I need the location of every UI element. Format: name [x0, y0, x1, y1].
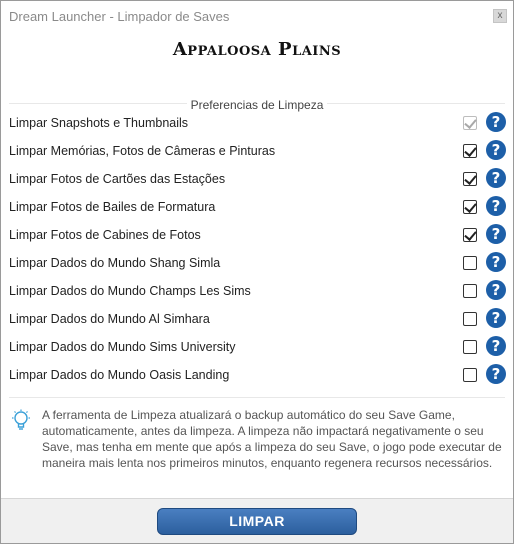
option-checkbox[interactable] [463, 144, 477, 158]
help-icon[interactable]: ? [486, 224, 506, 244]
help-icon[interactable]: ? [486, 308, 506, 328]
option-row[interactable]: Limpar Snapshots e Thumbnails? [9, 109, 506, 137]
close-icon[interactable]: x [493, 9, 507, 23]
option-checkbox[interactable] [463, 340, 477, 354]
cleaner-window: Dream Launcher - Limpador de Saves x App… [0, 0, 514, 544]
clean-button[interactable]: LIMPAR [157, 508, 357, 535]
title-bar[interactable]: Dream Launcher - Limpador de Saves x [1, 1, 513, 33]
option-checkbox[interactable] [463, 284, 477, 298]
option-label: Limpar Fotos de Cartões das Estações [9, 172, 226, 186]
page-title: Appaloosa Plains [172, 39, 342, 60]
option-checkbox[interactable] [463, 368, 477, 382]
help-icon[interactable]: ? [486, 112, 506, 132]
lightbulb-icon [12, 409, 30, 430]
option-row[interactable]: Limpar Dados do Mundo Champs Les Sims? [9, 277, 506, 305]
option-checkbox[interactable] [463, 312, 477, 326]
option-checkbox[interactable] [463, 172, 477, 186]
option-label: Limpar Dados do Mundo Shang Simla [9, 256, 221, 270]
help-icon[interactable]: ? [486, 280, 506, 300]
option-label: Limpar Snapshots e Thumbnails [9, 116, 189, 130]
option-row[interactable]: Limpar Dados do Mundo Oasis Landing? [9, 361, 506, 389]
divider [9, 397, 505, 398]
help-icon[interactable]: ? [486, 140, 506, 160]
option-label: Limpar Dados do Mundo Oasis Landing [9, 368, 230, 382]
option-label: Limpar Fotos de Cabines de Fotos [9, 228, 201, 242]
option-checkbox [463, 116, 477, 130]
info-panel: A ferramenta de Limpeza atualizará o bac… [9, 407, 505, 487]
info-text: A ferramenta de Limpeza atualizará o bac… [42, 408, 502, 470]
option-label: Limpar Fotos de Bailes de Formatura [9, 200, 216, 214]
option-row[interactable]: Limpar Dados do Mundo Shang Simla? [9, 249, 506, 277]
help-icon[interactable]: ? [486, 168, 506, 188]
option-checkbox[interactable] [463, 256, 477, 270]
option-row[interactable]: Limpar Dados do Mundo Al Simhara? [9, 305, 506, 333]
option-row[interactable]: Limpar Memórias, Fotos de Câmeras e Pint… [9, 137, 506, 165]
option-label: Limpar Dados do Mundo Sims University [9, 340, 236, 354]
option-row[interactable]: Limpar Fotos de Bailes de Formatura? [9, 193, 506, 221]
option-row[interactable]: Limpar Fotos de Cabines de Fotos? [9, 221, 506, 249]
option-row[interactable]: Limpar Dados do Mundo Sims University? [9, 333, 506, 361]
help-icon[interactable]: ? [486, 364, 506, 384]
option-checkbox[interactable] [463, 228, 477, 242]
option-checkbox[interactable] [463, 200, 477, 214]
help-icon[interactable]: ? [486, 252, 506, 272]
option-row[interactable]: Limpar Fotos de Cartões das Estações? [9, 165, 506, 193]
help-icon[interactable]: ? [486, 196, 506, 216]
option-label: Limpar Memórias, Fotos de Câmeras e Pint… [9, 144, 276, 158]
option-label: Limpar Dados do Mundo Al Simhara [9, 312, 210, 326]
options-list: Limpar Snapshots e Thumbnails? Limpar Mem… [9, 109, 506, 389]
help-icon[interactable]: ? [486, 336, 506, 356]
window-title: Dream Launcher - Limpador de Saves [9, 9, 230, 24]
footer: LIMPAR [1, 499, 513, 543]
option-label: Limpar Dados do Mundo Champs Les Sims [9, 284, 251, 298]
